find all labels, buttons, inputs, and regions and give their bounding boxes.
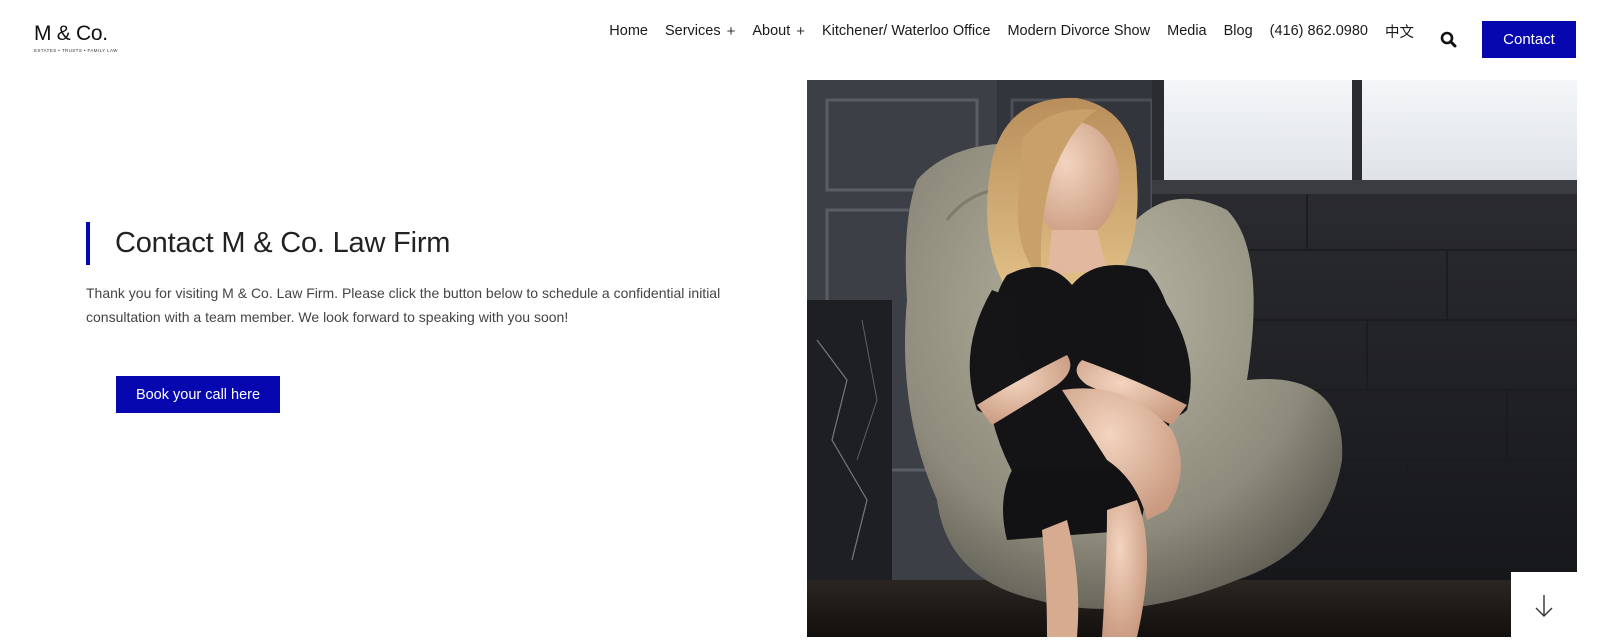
nav-item-chinese[interactable]: 中文 — [1385, 19, 1414, 43]
title-accent-bar — [86, 222, 90, 265]
site-header: M & Co. ESTATES • TRUSTS • FAMILY LAW Ho… — [0, 0, 1600, 78]
nav-item-phone[interactable]: (416) 862.0980 — [1270, 19, 1368, 43]
expand-plus-icon[interactable]: + — [727, 23, 736, 40]
book-call-button[interactable]: Book your call here — [116, 376, 280, 413]
expand-plus-icon[interactable]: + — [796, 23, 805, 40]
nav-item-label: Blog — [1223, 23, 1253, 39]
logo-tagline: ESTATES • TRUSTS • FAMILY LAW — [34, 48, 118, 53]
phone-number: (416) 862.0980 — [1269, 23, 1368, 39]
nav-item-label: Services — [664, 23, 721, 39]
nav-item-services[interactable]: Services + — [665, 19, 735, 43]
page-title: Contact M & Co. Law Firm — [115, 227, 451, 259]
hero-content: Contact M & Co. Law Firm Thank you for v… — [86, 222, 796, 413]
nav-item-label: Modern Divorce Show — [1007, 23, 1151, 39]
language-label: 中文 — [1385, 24, 1414, 41]
nav-item-label: Home — [609, 23, 648, 39]
contact-button[interactable]: Contact — [1482, 20, 1576, 58]
nav-item-modern-divorce-show[interactable]: Modern Divorce Show — [1007, 19, 1150, 43]
portrait-photo — [807, 80, 1577, 637]
scroll-down-button[interactable] — [1511, 572, 1577, 640]
main-nav: Home Services + About + Kitchener/ Waterlo… — [609, 0, 1576, 78]
nav-item-home[interactable]: Home — [609, 19, 648, 43]
nav-item-blog[interactable]: Blog — [1224, 19, 1253, 43]
nav-item-kitchener-office[interactable]: Kitchener/ Waterloo Office — [822, 19, 990, 43]
page-title-block: Contact M & Co. Law Firm — [86, 222, 796, 266]
intro-text: Thank you for visiting M & Co. Law Firm.… — [86, 285, 721, 325]
arrow-down-icon — [1535, 595, 1553, 617]
search-icon — [1440, 31, 1456, 47]
site-logo[interactable]: M & Co. ESTATES • TRUSTS • FAMILY LAW — [34, 22, 118, 56]
nav-item-about[interactable]: About + — [752, 19, 805, 43]
nav-item-label: About — [752, 23, 791, 39]
nav-item-media[interactable]: Media — [1167, 19, 1207, 43]
logo-text: M & Co. — [34, 22, 108, 45]
nav-item-label: Media — [1167, 23, 1207, 39]
portrait-illustration — [807, 80, 1577, 637]
nav-item-label: Kitchener/ Waterloo Office — [822, 23, 991, 39]
search-button[interactable] — [1438, 29, 1458, 49]
